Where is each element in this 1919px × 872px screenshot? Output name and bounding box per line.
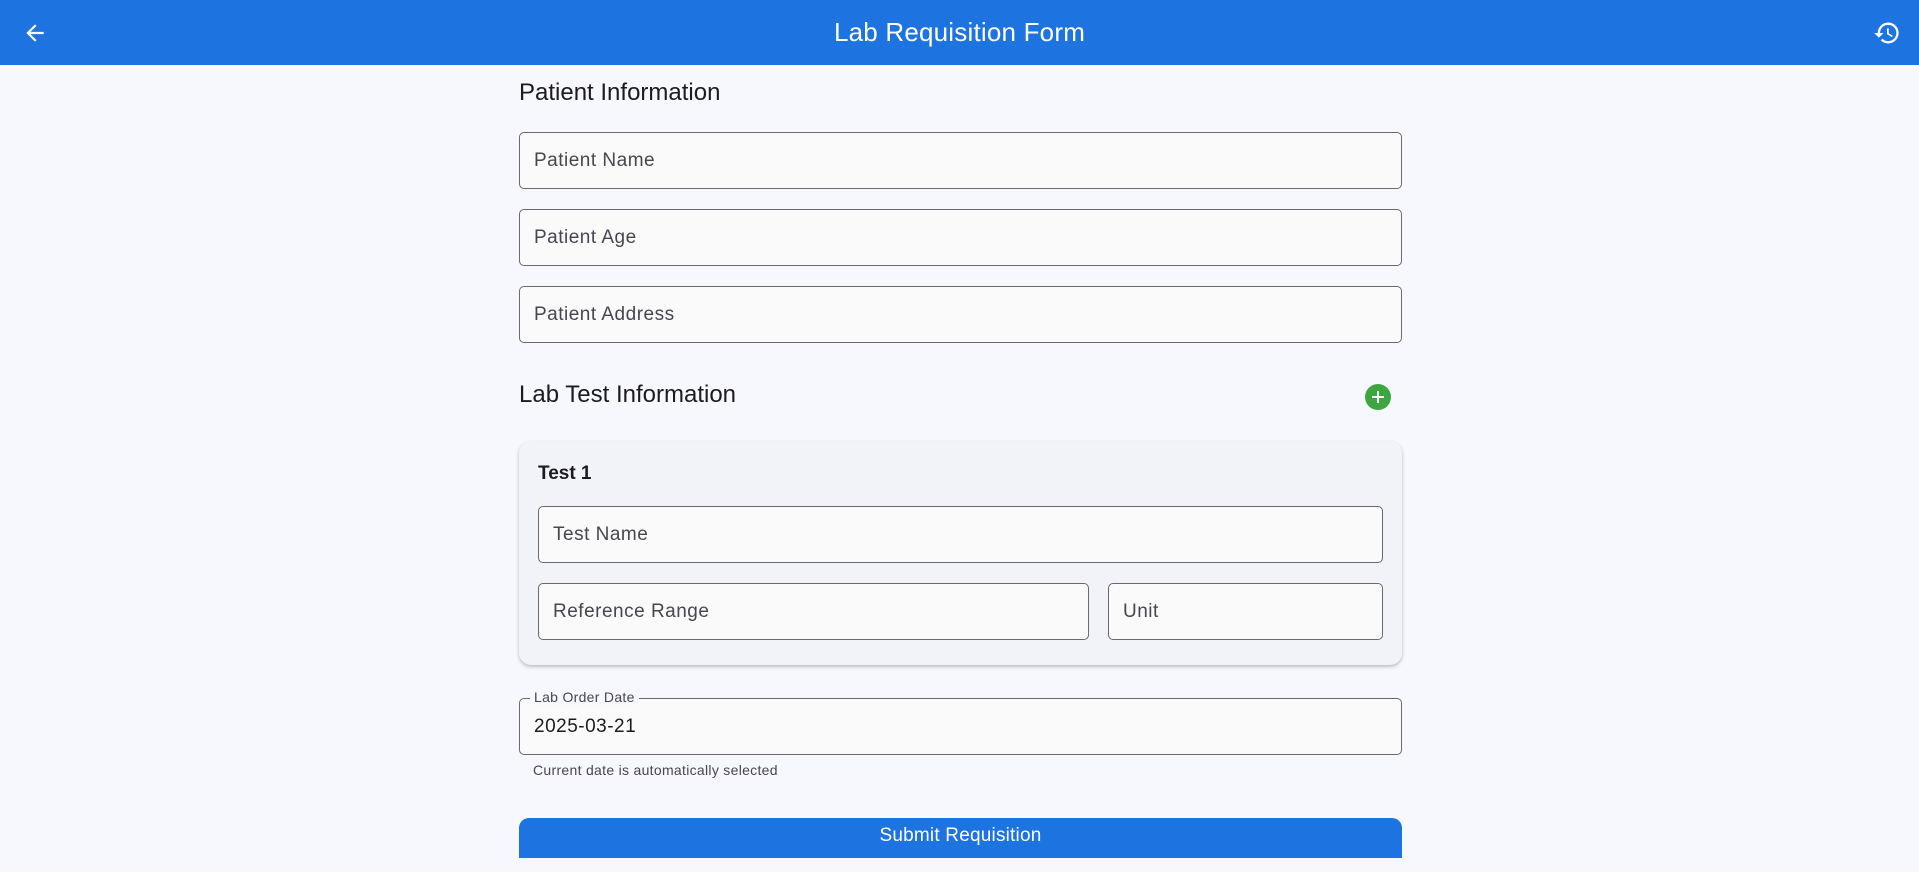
lab-order-date-field[interactable]: Lab Order Date [519, 689, 1402, 755]
reference-range-field[interactable] [538, 583, 1089, 640]
arrow-back-icon [25, 23, 44, 42]
history-icon [1873, 22, 1899, 43]
test-card: Test 1 [519, 441, 1402, 665]
page-title: Lab Requisition Form [833, 17, 1086, 47]
patient-address-field[interactable] [519, 286, 1402, 343]
lab-order-date-input[interactable] [520, 699, 1401, 754]
bottom-strip [0, 858, 1919, 872]
patient-age-field[interactable] [519, 209, 1402, 266]
unit-input[interactable] [1109, 584, 1382, 639]
patient-name-input[interactable] [520, 133, 1401, 188]
reference-range-input[interactable] [539, 584, 1088, 639]
patient-name-field[interactable] [519, 132, 1402, 189]
lab-order-date-label: Lab Order Date [530, 689, 639, 705]
patient-address-input[interactable] [520, 287, 1401, 342]
test-name-input[interactable] [539, 507, 1382, 562]
patient-age-input[interactable] [520, 210, 1401, 265]
lab-test-section-title: Lab Test Information [519, 381, 737, 408]
history-button[interactable] [1854, 0, 1919, 65]
add-test-button[interactable] [1365, 384, 1391, 410]
back-button[interactable] [2, 0, 67, 65]
test-card-title: Test 1 [538, 463, 592, 484]
add-circle-icon [1372, 391, 1384, 403]
patient-section-title: Patient Information [519, 79, 721, 106]
app-bar: Lab Requisition Form [0, 0, 1919, 65]
test-name-field[interactable] [538, 506, 1383, 563]
date-helper-text: Current date is automatically selected [533, 762, 778, 778]
unit-field[interactable] [1108, 583, 1383, 640]
